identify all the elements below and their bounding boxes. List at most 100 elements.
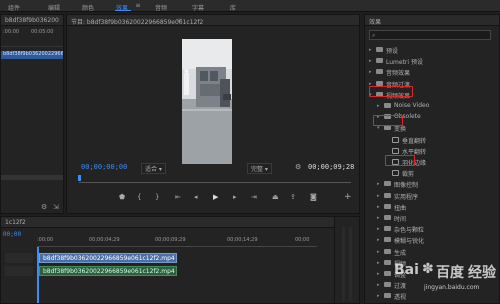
panel-menu-icon[interactable]: ≡ [177, 17, 182, 24]
effects-tree-item[interactable]: ▸ 调整 [369, 269, 497, 279]
ruler-start-label: :00:00 [3, 29, 20, 35]
effects-tree-item-label: 过渡 [394, 283, 407, 291]
step-back-icon[interactable]: ◂ [194, 193, 198, 201]
chevron-right-icon[interactable]: ▸ [377, 226, 380, 232]
highlight-crop [385, 155, 415, 166]
effects-tree-item[interactable]: ▸ 图像控制 [369, 179, 497, 189]
wrench-icon[interactable]: ⚙ [41, 203, 47, 211]
resolution-dropdown[interactable]: 完整 ▾ [247, 163, 272, 174]
folder-icon [384, 259, 391, 265]
chevron-right-icon[interactable]: ▸ [377, 260, 380, 266]
video-clip[interactable]: b8df38f9b03620022966859e061c12f2.mp4 [V] [39, 253, 177, 263]
meter-right [349, 227, 352, 301]
folder-icon [376, 58, 383, 64]
effects-panel-header: 效果 [365, 15, 499, 26]
workspace-tab-editing[interactable]: 编辑 [48, 3, 60, 12]
marker-icon[interactable]: ⬟ [119, 193, 125, 201]
effects-tree-item[interactable]: ▸ Lumetri 预设 [369, 56, 497, 66]
chevron-right-icon[interactable]: ▸ [377, 271, 380, 277]
effects-tree-item-label: 透视 [394, 294, 407, 302]
chevron-right-icon[interactable]: ▸ [377, 215, 380, 221]
workspace-tab-audio[interactable]: 音频 [155, 3, 167, 12]
folder-icon [376, 80, 383, 86]
timeline-ruler[interactable]: :00;00 00;00;04;29 00;00;09;29 00;00;14;… [37, 237, 317, 247]
chevron-down-icon[interactable]: ▾ [377, 125, 380, 131]
chevron-right-icon[interactable]: ▸ [377, 181, 380, 187]
play-icon[interactable]: ▶ [213, 193, 218, 201]
workspace-tab-libraries[interactable]: 库 [230, 3, 236, 12]
add-button-icon[interactable]: + [344, 192, 352, 202]
audio-meters [334, 216, 360, 304]
effects-tree-item[interactable]: ▸ 模糊与锐化 [369, 235, 497, 245]
folder-icon [384, 237, 391, 243]
effect-icon [392, 147, 399, 154]
chevron-right-icon[interactable]: ▸ [377, 237, 380, 243]
highlight-transform [373, 115, 403, 126]
audio-clip[interactable]: b8df38f9b03620022966859e061c12f2.mp4 [39, 266, 177, 276]
effects-tree-item[interactable]: ▸ 生成 [369, 247, 497, 257]
effects-tree-item[interactable]: ▸ 透视 [369, 291, 497, 301]
go-to-in-icon[interactable]: ⇤ [175, 193, 181, 201]
effects-tree-item[interactable]: ▸ 预设 [369, 45, 497, 55]
chevron-right-icon[interactable]: ▸ [377, 103, 380, 109]
workspace-tab-assembly[interactable]: 组件 [8, 3, 20, 12]
effects-tree-item-label: 模糊与锐化 [394, 238, 425, 246]
effects-tree-item[interactable]: ▸ 视频 [369, 258, 497, 268]
timeline-panel: 1c12f2 00;00 :00;00 00;00;04;29 00;00;09… [0, 216, 360, 304]
track-header-v1[interactable] [5, 253, 33, 263]
export-icon[interactable]: ⇲ [53, 203, 59, 211]
program-timecode[interactable]: 00;00;00;00 [81, 163, 127, 171]
effects-tree-item[interactable]: ▸ 音频效果 [369, 67, 497, 77]
chevron-right-icon[interactable]: ▸ [369, 58, 372, 64]
timeline-timecode[interactable]: 00;00 [3, 231, 21, 238]
effects-tree-item-label: 调整 [394, 272, 407, 279]
chevron-right-icon[interactable]: ▸ [377, 193, 380, 199]
program-monitor-header: 节目: b8df38f9b03620022966859e061c12f2 ≡ [67, 15, 359, 26]
mark-in-icon[interactable]: { [137, 193, 141, 201]
effects-tree-item[interactable]: 裁剪 [369, 168, 497, 178]
video-frame[interactable] [182, 39, 232, 164]
source-scrollbar[interactable] [1, 175, 63, 180]
step-forward-icon[interactable]: ▸ [233, 193, 237, 201]
chevron-right-icon[interactable]: ▸ [369, 69, 372, 75]
track-header-a1[interactable] [5, 266, 33, 276]
workspace-tab-titles[interactable]: 字幕 [192, 3, 204, 12]
effects-tree-item[interactable]: ▸ 扭曲 [369, 202, 497, 212]
mark-out-icon[interactable]: } [155, 193, 159, 201]
lift-icon[interactable]: ⏏ [272, 193, 279, 201]
workspace-tab-color[interactable]: 颜色 [82, 3, 94, 12]
folder-icon [384, 103, 391, 108]
folder-icon [384, 125, 391, 131]
ruler-label: 00;00 [295, 237, 310, 243]
chevron-right-icon[interactable]: ▸ [377, 282, 380, 288]
effects-tree-item[interactable]: ▸ 杂色与颗粒 [369, 224, 497, 234]
effects-tree-item[interactable]: ▸ 过渡 [369, 280, 497, 290]
source-clip[interactable]: b8df38f9b03620022966859e061c12f2.mp4 [1, 51, 63, 59]
effects-tree-item[interactable]: ▸ 时间 [369, 213, 497, 223]
meter-left [342, 227, 345, 301]
camera-icon[interactable]: ◙ [310, 193, 317, 201]
playhead[interactable] [78, 175, 81, 181]
effects-tree-item-label: 视频 [394, 260, 407, 268]
extract-icon[interactable]: ⇪ [290, 193, 296, 201]
effects-tree-item[interactable]: ▸ 实用程序 [369, 191, 497, 201]
folder-icon [384, 282, 391, 288]
effects-tree-item[interactable]: 垂直翻转 [369, 135, 497, 145]
sequence-name: 1c12f2 [5, 219, 26, 226]
effects-tree-item[interactable]: ▸ Noise Video [369, 101, 497, 111]
program-scrubber[interactable] [79, 177, 351, 183]
effect-icon [392, 136, 399, 143]
source-panel-header: b8df38f9b036200 [1, 15, 63, 26]
wrench-icon[interactable]: ⚙ [295, 163, 301, 171]
effects-tree-item-label: 裁剪 [402, 171, 415, 179]
effects-search-input[interactable]: ⌕ [369, 30, 491, 40]
effects-panel-title: 效果 [369, 19, 382, 26]
go-to-out-icon[interactable]: ⇥ [251, 193, 257, 201]
chevron-right-icon[interactable]: ▸ [377, 293, 380, 299]
menu-icon[interactable]: ≡ [135, 3, 141, 9]
chevron-right-icon[interactable]: ▸ [377, 249, 380, 255]
ruler-label: 00;00;14;29 [227, 237, 258, 243]
fit-dropdown[interactable]: 适合 ▾ [141, 163, 166, 174]
chevron-right-icon[interactable]: ▸ [369, 47, 372, 53]
chevron-right-icon[interactable]: ▸ [377, 204, 380, 210]
